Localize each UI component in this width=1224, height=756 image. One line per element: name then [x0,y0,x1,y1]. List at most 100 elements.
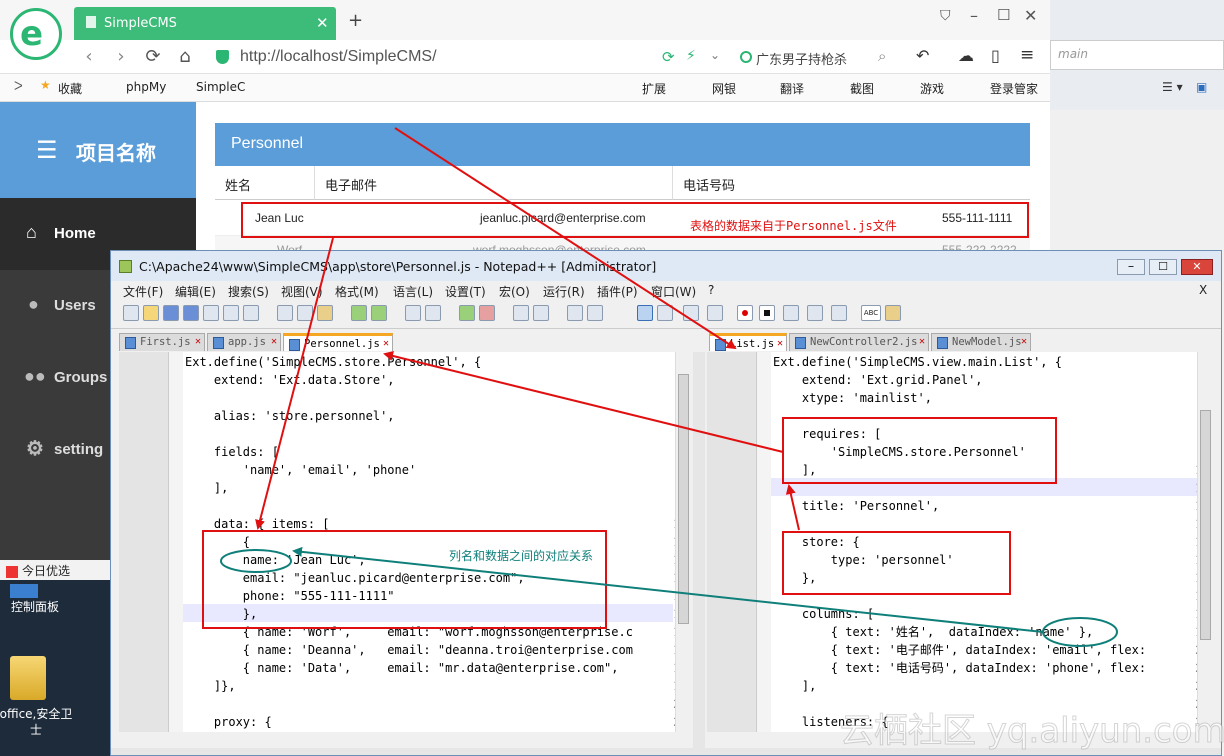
zoom-in-icon[interactable] [459,305,475,321]
doc-map-icon[interactable] [657,305,673,321]
scroll-thumb[interactable] [678,374,689,624]
new-tab-button[interactable]: + [348,10,363,31]
undo-icon[interactable] [351,305,367,321]
close-tab-icon[interactable]: ✕ [777,338,783,349]
tab-personnel-js[interactable]: Personnel.js ✕ [283,333,393,351]
menu-format[interactable]: 格式(M) [335,283,379,300]
hamburger-icon[interactable]: ☰ ▾ [1162,80,1183,94]
menu-view[interactable]: 视图(V) [281,283,323,300]
search-input[interactable]: 广东男子持枪杀 [756,49,847,68]
editor-pane-left[interactable]: 1Ext.define('SimpleCMS.store.Personnel',… [119,352,691,732]
cut-icon[interactable] [277,305,293,321]
npp-close-button[interactable]: ✕ [1181,259,1213,275]
menu-search[interactable]: 搜索(S) [228,283,269,300]
skin-icon[interactable]: ⛉ [940,8,951,24]
pane-splitter[interactable] [693,352,705,748]
column-header-name[interactable]: 姓名 [215,166,315,200]
bookmark-favorites[interactable]: 收藏 [58,80,82,97]
tab-newmodel-js[interactable]: NewModel.js ✕ [931,333,1031,351]
indent-guide-icon[interactable] [637,305,653,321]
menu-language[interactable]: 语言(L) [393,283,433,300]
maximize-button[interactable]: ☐ [997,6,1010,24]
close-tab-icon[interactable]: ✕ [383,338,389,349]
bookmark-simplec[interactable]: SimpleC [196,80,245,94]
cloud-icon[interactable]: ☁ [958,46,974,65]
close-window-button[interactable]: ✕ [1024,6,1037,25]
menu-macro[interactable]: 宏(O) [499,283,530,300]
refresh-green-icon[interactable]: ⟳ [662,48,675,66]
all-chars-icon[interactable] [587,305,603,321]
stop-macro-icon[interactable] [759,305,775,321]
new-file-icon[interactable] [123,305,139,321]
tab-list-js[interactable]: List.js ✕ [709,333,787,351]
menu-run[interactable]: 运行(R) [543,283,585,300]
tab-app-js[interactable]: app.js ✕ [207,333,281,351]
close-tab-icon[interactable]: ✕ [1021,336,1027,347]
taskbar-item[interactable]: 今日优选 [0,560,110,580]
toolbar-login-manager[interactable]: 登录管家 [990,80,1038,97]
play-macro-icon[interactable] [783,305,799,321]
back-button[interactable]: ‹ [78,46,100,68]
vertical-scrollbar[interactable] [675,352,691,732]
close-all-icon[interactable] [223,305,239,321]
control-panel-icon[interactable] [10,584,38,598]
forward-button[interactable]: › [110,46,132,68]
lightning-icon[interactable]: ⚡ [686,48,696,64]
close-tab-icon[interactable]: ✕ [195,336,201,347]
find-icon[interactable] [405,305,421,321]
scroll-thumb[interactable] [1200,410,1211,640]
plugin-icon[interactable] [885,305,901,321]
tab-first-js[interactable]: First.js ✕ [119,333,205,351]
panel-icon[interactable]: ▣ [1196,80,1207,94]
home-button[interactable]: ⌂ [174,46,196,68]
close-tab-icon[interactable]: ✕ [919,336,925,347]
bookmark-phpmy[interactable]: phpMy [126,80,166,94]
menu-close-doc[interactable]: X [1199,283,1207,297]
menu-file[interactable]: 文件(F) [123,283,163,300]
sidebar-toggle-icon[interactable]: ᐳ [14,79,23,93]
close-tab-icon[interactable]: ✕ [316,14,329,32]
vertical-scrollbar[interactable] [1197,352,1213,732]
record-macro-icon[interactable] [737,305,753,321]
undo-icon[interactable]: ↶ [916,46,929,65]
run-multiple-icon[interactable] [807,305,823,321]
toolbar-screenshot[interactable]: 截图 [850,80,874,97]
replace-icon[interactable] [425,305,441,321]
column-header-phone[interactable]: 电话号码 [673,166,1030,200]
tab-newcontroller2-js[interactable]: NewController2.js ✕ [789,333,929,351]
folder-icon[interactable] [10,656,46,700]
npp-minimize-button[interactable]: – [1117,259,1145,275]
npp-maximize-button[interactable]: ☐ [1149,259,1177,275]
chevron-down-icon[interactable]: ⌄ [710,48,720,62]
save-icon[interactable] [163,305,179,321]
close-tab-icon[interactable]: ✕ [271,336,277,347]
save-macro-icon[interactable] [831,305,847,321]
reload-button[interactable]: ⟳ [142,46,164,68]
menu-window[interactable]: 窗口(W) [651,283,696,300]
phone-icon[interactable]: ▯ [991,46,1000,65]
editor-pane-right[interactable]: 1Ext.define('SimpleCMS.view.main.List', … [707,352,1213,732]
function-list-icon[interactable] [683,305,699,321]
menu-settings[interactable]: 设置(T) [445,283,486,300]
column-header-email[interactable]: 电子邮件 [315,166,673,200]
save-all-icon[interactable] [183,305,199,321]
wrap-icon[interactable] [567,305,583,321]
copy-icon[interactable] [297,305,313,321]
folder-workspace-icon[interactable] [707,305,723,321]
browser-logo-icon[interactable]: e [10,8,62,60]
toolbar-translate[interactable]: 翻译 [780,80,804,97]
toolbar-games[interactable]: 游戏 [920,80,944,97]
paste-icon[interactable] [317,305,333,321]
sync-h-icon[interactable] [533,305,549,321]
search-icon[interactable]: ⌕ [878,47,886,65]
toolbar-bank[interactable]: 网银 [712,80,736,97]
sync-v-icon[interactable] [513,305,529,321]
print-icon[interactable] [243,305,259,321]
open-file-icon[interactable] [143,305,159,321]
tab-simplecms[interactable]: SimpleCMS ✕ [74,7,336,40]
menu-plugins[interactable]: 插件(P) [597,283,638,300]
url-field[interactable]: http://localhost/SimpleCMS/ [240,48,437,66]
zoom-out-icon[interactable] [479,305,495,321]
menu-edit[interactable]: 编辑(E) [175,283,216,300]
spell-check-icon[interactable]: ABC [861,305,881,321]
